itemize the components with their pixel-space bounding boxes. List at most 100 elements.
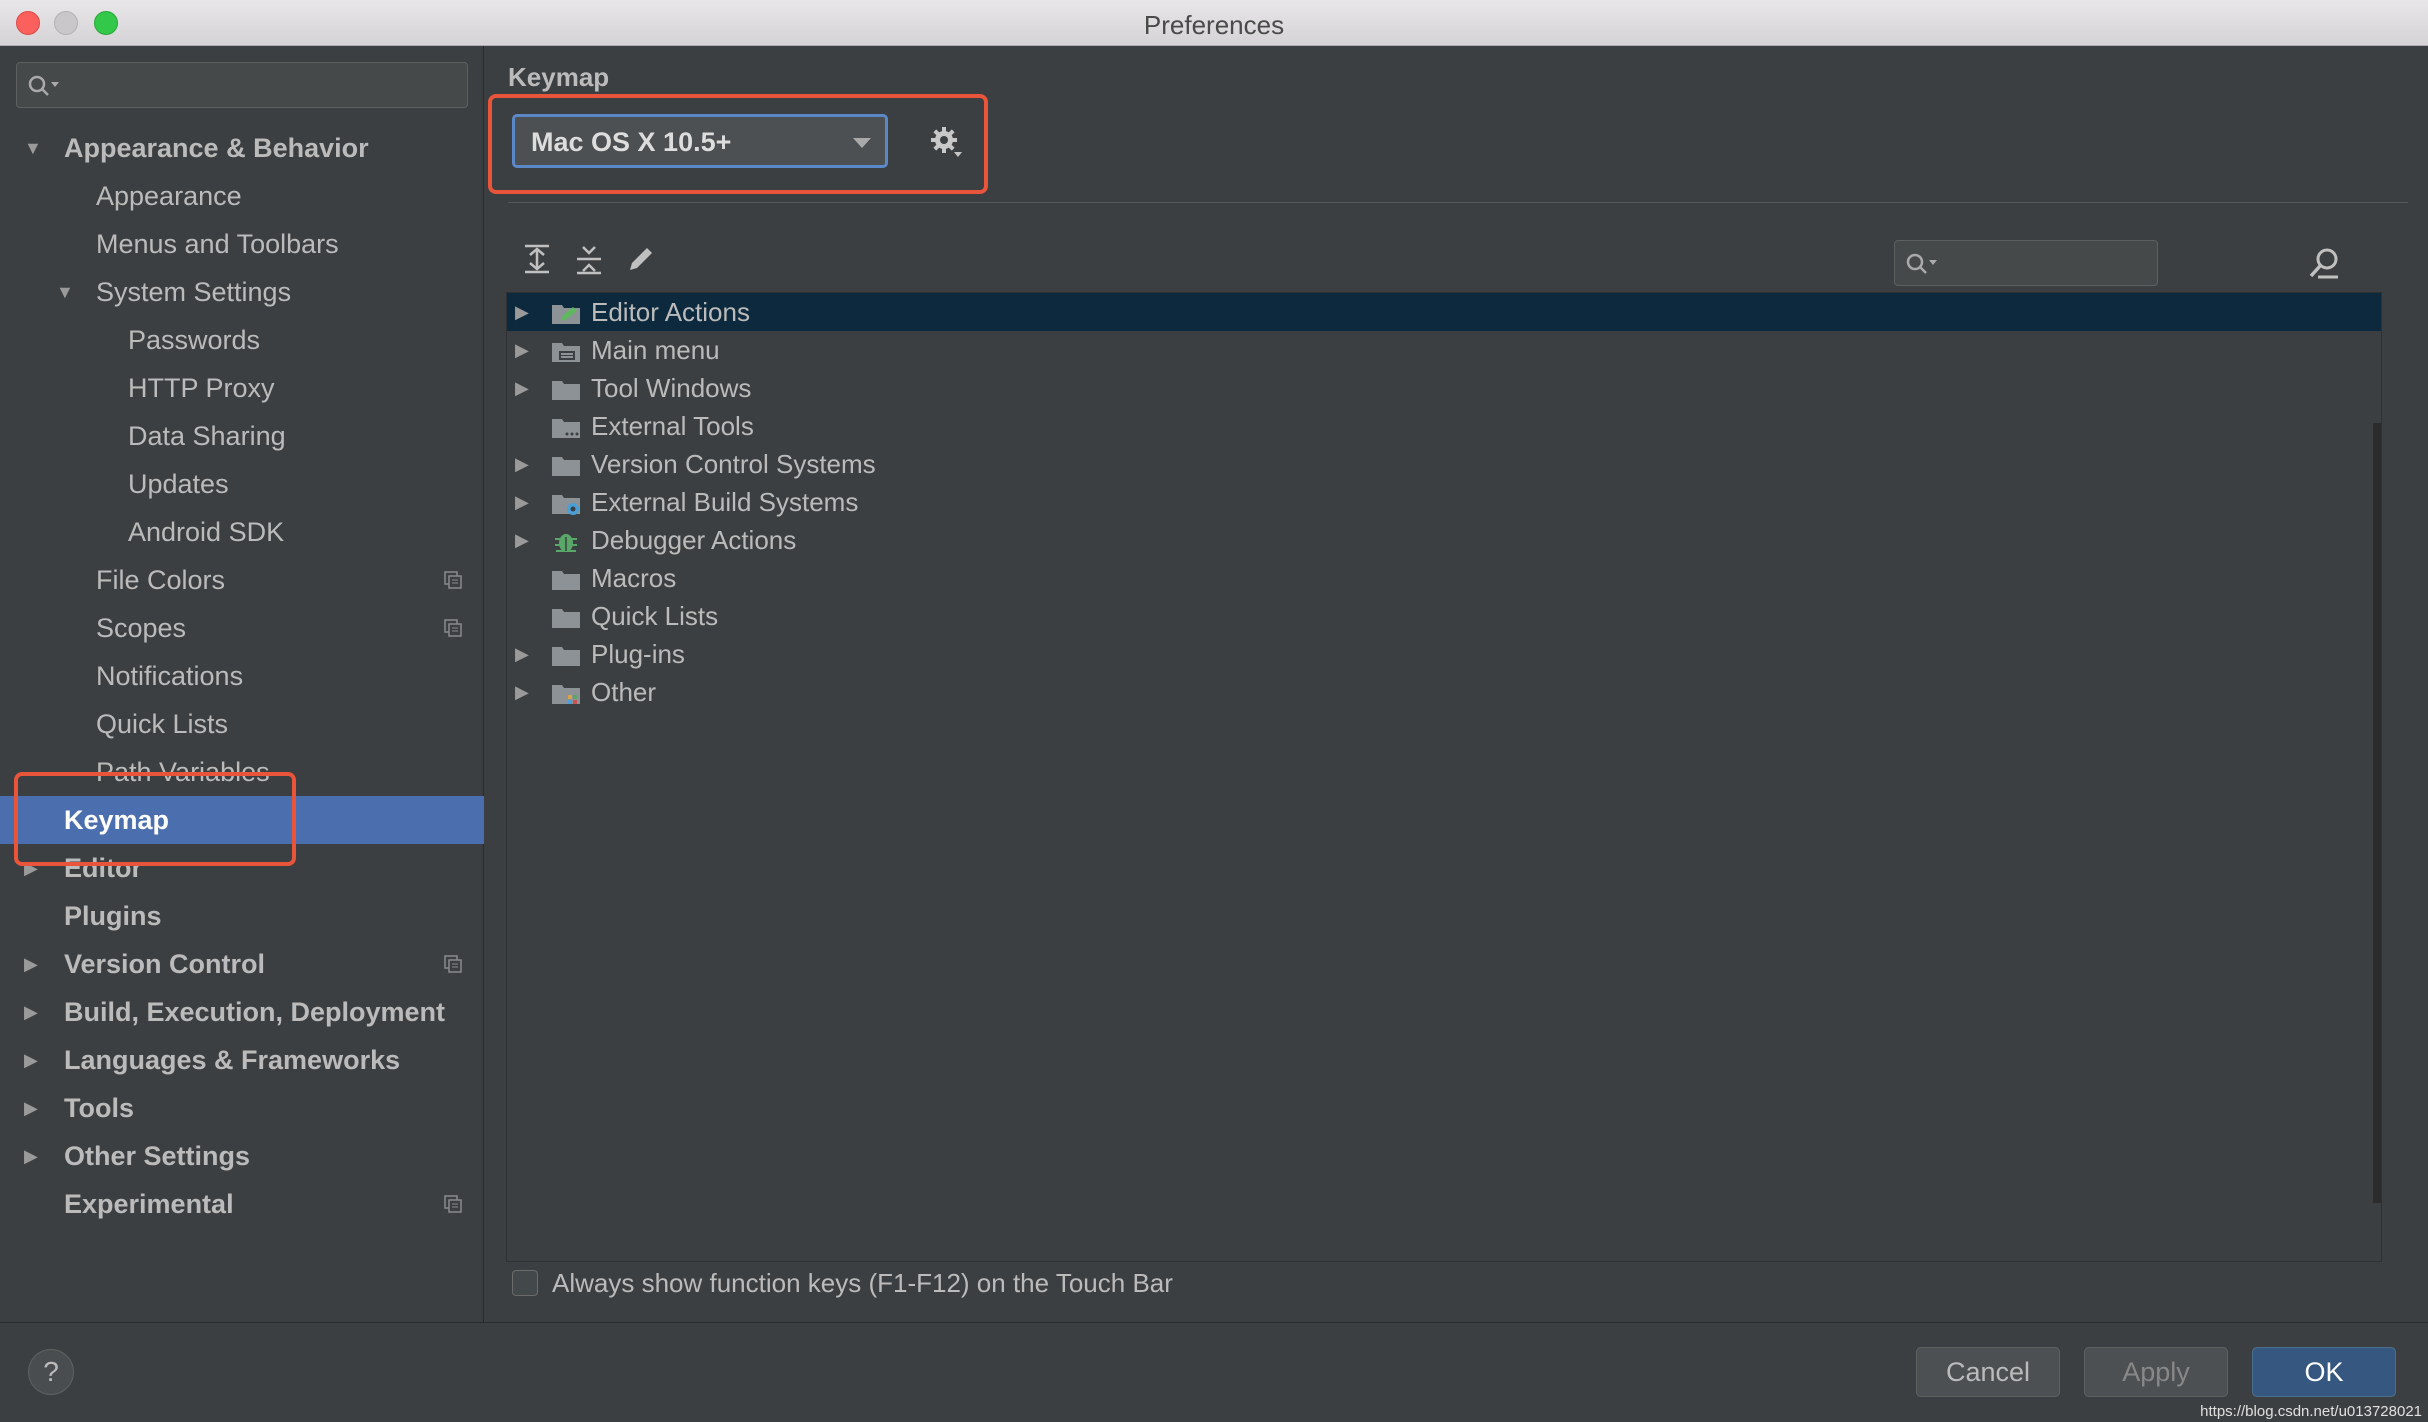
sidebar-item[interactable]: ▼ Appearance & Behavior — [0, 124, 484, 172]
sidebar-item-label: Editor — [64, 853, 142, 883]
chevron-right-icon[interactable]: ▶ — [515, 293, 529, 331]
settings-tree: ▼ Appearance & Behavior Appearance Menus an… — [0, 124, 484, 1228]
sidebar-item[interactable]: ▶ Editor — [0, 844, 484, 892]
action-group-row[interactable]: ▶ Other — [507, 673, 2381, 711]
project-level-icon — [444, 619, 462, 637]
chevron-down-icon[interactable]: ▼ — [24, 124, 48, 172]
edit-pencil-icon[interactable] — [624, 242, 658, 276]
action-group-label: Version Control Systems — [591, 449, 876, 479]
chevron-right-icon[interactable]: ▶ — [24, 1036, 48, 1084]
sidebar-item[interactable]: Menus and Toolbars — [0, 220, 484, 268]
watermark: https://blog.csdn.net/u013728021 — [2200, 1403, 2422, 1420]
action-group-label: Plug-ins — [591, 639, 685, 669]
action-group-row[interactable]: ▶ External Build Systems — [507, 483, 2381, 521]
sidebar-item[interactable]: ▶ Other Settings — [0, 1132, 484, 1180]
action-group-label: Macros — [591, 563, 677, 593]
search-icon — [1906, 253, 1937, 274]
sidebar-item[interactable]: ▶ Build, Execution, Deployment — [0, 988, 484, 1036]
action-group-label: Main menu — [591, 335, 720, 365]
settings-search-input[interactable] — [16, 62, 468, 108]
sidebar-item[interactable]: Path Variables — [0, 748, 484, 796]
action-search-input[interactable] — [1894, 240, 2158, 286]
folder-icon — [552, 381, 580, 400]
chevron-right-icon[interactable]: ▶ — [515, 445, 529, 483]
action-group-row[interactable]: ▶ Main menu — [507, 331, 2381, 369]
settings-sidebar: ▼ Appearance & Behavior Appearance Menus an… — [0, 46, 484, 1322]
sidebar-item-label: Notifications — [96, 661, 244, 691]
touch-bar-checkbox[interactable] — [512, 1270, 538, 1296]
action-group-row[interactable]: ▶ Version Control Systems — [507, 445, 2381, 483]
folder-icon — [552, 609, 580, 628]
sidebar-item[interactable]: ▶ Languages & Frameworks — [0, 1036, 484, 1084]
keymap-actions-tree: ▶ Editor Actions ▶ Main menu ▶ Tool Windows Ex… — [506, 292, 2382, 1262]
sidebar-item[interactable]: Data Sharing — [0, 412, 484, 460]
external-tools-icon — [552, 419, 580, 438]
sidebar-item-label: Updates — [128, 469, 229, 499]
sidebar-item[interactable]: Scopes — [0, 604, 484, 652]
action-group-label: Debugger Actions — [591, 525, 797, 555]
chevron-down-icon[interactable]: ▼ — [56, 268, 80, 316]
find-by-shortcut-icon[interactable] — [2306, 246, 2344, 282]
external-build-icon — [552, 495, 580, 515]
sidebar-item[interactable]: Keymap — [0, 796, 484, 844]
sidebar-item-label: HTTP Proxy — [128, 373, 275, 403]
sidebar-item-label: Quick Lists — [96, 709, 229, 739]
chevron-right-icon[interactable]: ▶ — [515, 369, 529, 407]
title-bar: Preferences — [0, 0, 2428, 46]
action-group-row[interactable]: ▶ Debugger Actions — [507, 521, 2381, 559]
folder-icon — [552, 647, 580, 666]
sidebar-item-label: Tools — [64, 1093, 134, 1123]
apply-button[interactable]: Apply — [2084, 1347, 2228, 1397]
chevron-right-icon[interactable]: ▶ — [515, 635, 529, 673]
collapse-all-icon[interactable] — [572, 242, 606, 276]
vertical-scrollbar[interactable] — [2373, 423, 2381, 1203]
action-group-row[interactable]: External Tools — [507, 407, 2381, 445]
sidebar-item-label: Other Settings — [64, 1141, 251, 1171]
chevron-right-icon[interactable]: ▶ — [515, 521, 529, 559]
project-level-icon — [444, 955, 462, 973]
sidebar-item[interactable]: HTTP Proxy — [0, 364, 484, 412]
sidebar-item[interactable]: File Colors — [0, 556, 484, 604]
sidebar-item[interactable]: ▶ Version Control — [0, 940, 484, 988]
sidebar-item[interactable]: Appearance — [0, 172, 484, 220]
chevron-right-icon[interactable]: ▶ — [24, 1132, 48, 1180]
chevron-right-icon[interactable]: ▶ — [515, 483, 529, 521]
action-group-row[interactable]: Macros — [507, 559, 2381, 597]
action-group-row[interactable]: ▶ Editor Actions — [507, 293, 2381, 331]
sidebar-item[interactable]: Plugins — [0, 892, 484, 940]
chevron-right-icon[interactable]: ▶ — [24, 1084, 48, 1132]
action-group-label: External Build Systems — [591, 487, 859, 517]
action-group-row[interactable]: ▶ Plug-ins — [507, 635, 2381, 673]
sidebar-item[interactable]: Updates — [0, 460, 484, 508]
sidebar-item[interactable]: Notifications — [0, 652, 484, 700]
ok-button[interactable]: OK — [2252, 1347, 2396, 1397]
chevron-right-icon[interactable]: ▶ — [24, 844, 48, 892]
dialog-footer: ? Cancel Apply OK https://blog.csdn.net/… — [0, 1322, 2428, 1422]
chevron-right-icon[interactable]: ▶ — [515, 331, 529, 369]
sidebar-item[interactable]: Experimental — [0, 1180, 484, 1228]
debugger-bug-icon — [555, 534, 577, 552]
expand-all-icon[interactable] — [520, 242, 554, 276]
sidebar-item[interactable]: ▼ System Settings — [0, 268, 484, 316]
sidebar-item[interactable]: Android SDK — [0, 508, 484, 556]
cancel-button[interactable]: Cancel — [1916, 1347, 2060, 1397]
sidebar-item-label: Version Control — [64, 949, 266, 979]
action-group-row[interactable]: Quick Lists — [507, 597, 2381, 635]
sidebar-item-label: Plugins — [64, 901, 162, 931]
keymap-scheme-dropdown[interactable]: Mac OS X 10.5+ — [512, 114, 888, 168]
chevron-right-icon[interactable]: ▶ — [515, 673, 529, 711]
sidebar-item[interactable]: ▶ Tools — [0, 1084, 484, 1132]
chevron-right-icon[interactable]: ▶ — [24, 988, 48, 1036]
sidebar-item-label: System Settings — [96, 277, 292, 307]
touch-bar-label: Always show function keys (F1-F12) on th… — [552, 1268, 1173, 1298]
chevron-right-icon[interactable]: ▶ — [24, 940, 48, 988]
help-button[interactable]: ? — [28, 1349, 74, 1395]
sidebar-item-label: Scopes — [96, 613, 187, 643]
sidebar-item[interactable]: Quick Lists — [0, 700, 484, 748]
other-icon — [552, 685, 580, 704]
search-icon — [28, 75, 59, 96]
sidebar-item[interactable]: Passwords — [0, 316, 484, 364]
gear-icon[interactable] — [928, 124, 964, 160]
sidebar-item-label: Path Variables — [96, 757, 270, 787]
action-group-row[interactable]: ▶ Tool Windows — [507, 369, 2381, 407]
